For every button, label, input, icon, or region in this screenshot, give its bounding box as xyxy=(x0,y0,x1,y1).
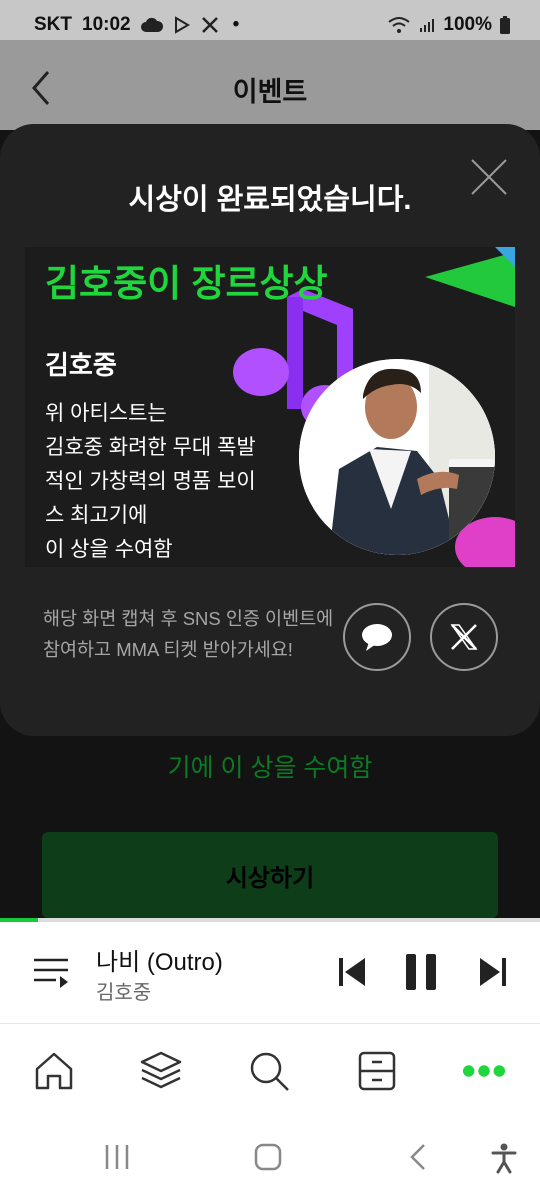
storage-icon xyxy=(358,1051,396,1091)
bottom-nav xyxy=(0,1025,540,1120)
carrier: SKT xyxy=(34,14,72,35)
more-icon xyxy=(462,1065,506,1077)
award-modal: 시상이 완료되었습니다. 김호중이 장르상상 김호중 위 아티스트는 김호중 화… xyxy=(0,124,540,736)
previous-track-button[interactable] xyxy=(337,952,367,992)
share-line-1: 해당 화면 캡쳐 후 SNS 인증 이벤트에 xyxy=(43,608,334,629)
pause-button[interactable] xyxy=(404,952,438,992)
play-store-icon xyxy=(174,16,190,34)
artist-photo xyxy=(299,359,495,555)
share-instructions: 해당 화면 캡쳐 후 SNS 인증 이벤트에 참여하고 MMA 티켓 받아가세요… xyxy=(43,603,343,665)
signal-icon xyxy=(420,19,435,32)
card-line: 적인 가창력의 명품 보이 xyxy=(45,470,256,493)
close-icon[interactable] xyxy=(470,158,508,196)
accessibility-icon[interactable] xyxy=(490,1142,518,1174)
card-line: 위 아티스트는 xyxy=(45,402,167,425)
home-button[interactable] xyxy=(254,1142,282,1172)
track-title[interactable]: 나비 (Outro) xyxy=(96,942,223,977)
share-line-2: 참여하고 MMA 티켓 받아가세요! xyxy=(43,639,293,660)
card-line: 스 최고기에 xyxy=(45,504,148,527)
system-back-button[interactable] xyxy=(408,1142,428,1172)
battery-icon xyxy=(500,16,510,34)
page-title: 이벤트 xyxy=(232,77,308,107)
wifi-icon xyxy=(388,17,411,33)
award-card: 김호중이 장르상상 김호중 위 아티스트는 김호중 화려한 무대 폭발 적인 가… xyxy=(25,247,515,567)
app-header: 이벤트 xyxy=(0,40,540,130)
card-line: 김호중 화려한 무대 폭발 xyxy=(45,436,256,459)
track-artist[interactable]: 김호중 xyxy=(96,976,151,1005)
x-logo-icon xyxy=(450,624,478,650)
system-nav xyxy=(0,1120,540,1200)
x-share-button[interactable] xyxy=(430,603,498,671)
x-logo-icon xyxy=(201,17,218,33)
mini-player[interactable]: 나비 (Outro) 김호중 xyxy=(0,922,540,1024)
card-line: 이 상을 수여함 xyxy=(45,538,173,561)
nav-library[interactable] xyxy=(139,1049,183,1093)
nav-search[interactable] xyxy=(247,1049,291,1093)
search-icon xyxy=(250,1052,289,1091)
chat-bubble-icon xyxy=(362,624,392,651)
clock: 10:02 xyxy=(82,14,131,35)
nav-more[interactable] xyxy=(462,1049,506,1093)
home-icon xyxy=(35,1052,73,1090)
modal-title: 시상이 완료되었습니다. xyxy=(128,184,412,216)
next-track-button[interactable] xyxy=(478,952,508,992)
award-text-background: 기에 이 상을 수여함 xyxy=(167,754,373,782)
nav-storage[interactable] xyxy=(355,1049,399,1093)
recent-apps-button[interactable] xyxy=(103,1142,131,1172)
notification-dot: • xyxy=(232,14,240,35)
playlist-icon[interactable] xyxy=(32,956,70,990)
nav-home[interactable] xyxy=(32,1049,76,1093)
award-button[interactable]: 시상하기 xyxy=(42,832,498,918)
artist-name: 김호중 xyxy=(45,350,117,380)
talk-share-button[interactable] xyxy=(343,603,411,671)
battery-percent: 100% xyxy=(443,14,492,35)
library-icon xyxy=(140,1051,182,1089)
cloud-icon xyxy=(140,17,163,32)
award-title: 김호중이 장르상상 xyxy=(45,263,328,304)
